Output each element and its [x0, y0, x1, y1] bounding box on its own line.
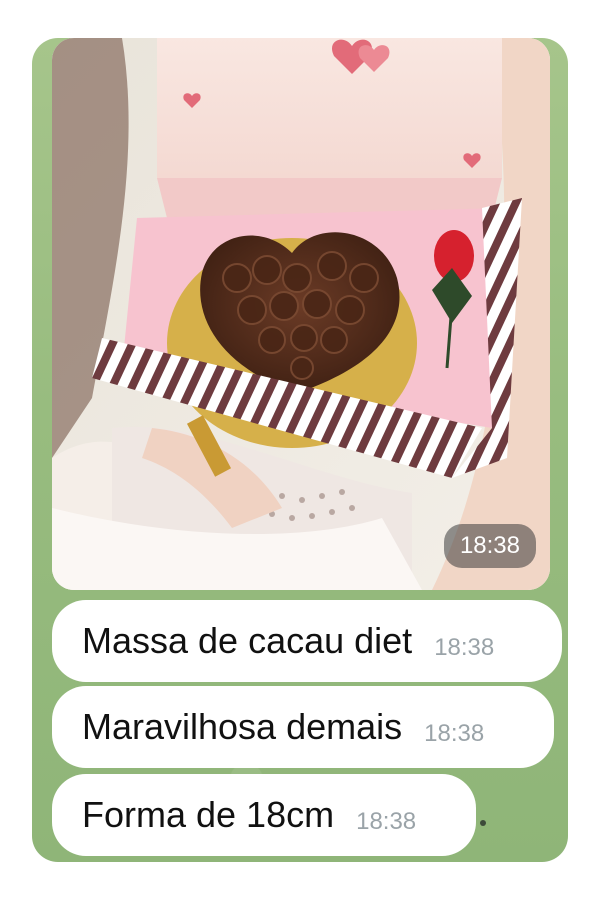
message-timestamp: 18:38	[424, 720, 485, 747]
message-bubble[interactable]: Maravilhosa demais 18:38	[52, 686, 554, 768]
message-timestamp: 18:38	[356, 808, 417, 835]
chat-area: 18:38 Massa de cacau diet 18:38 Maravilh…	[32, 38, 568, 862]
photo-message[interactable]: 18:38	[52, 38, 550, 590]
message-text: Maravilhosa demais	[82, 706, 403, 747]
message-text: Forma de 18cm	[82, 794, 335, 835]
message-text: Massa de cacau diet	[82, 620, 413, 661]
photo-timestamp: 18:38	[443, 524, 536, 568]
message-bubble[interactable]: Forma de 18cm 18:38	[52, 774, 476, 856]
message-timestamp: 18:38	[434, 634, 495, 661]
message-bubble[interactable]: Massa de cacau diet 18:38	[52, 600, 562, 682]
dot-indicator	[480, 820, 486, 826]
cake-photo[interactable]	[52, 38, 550, 590]
